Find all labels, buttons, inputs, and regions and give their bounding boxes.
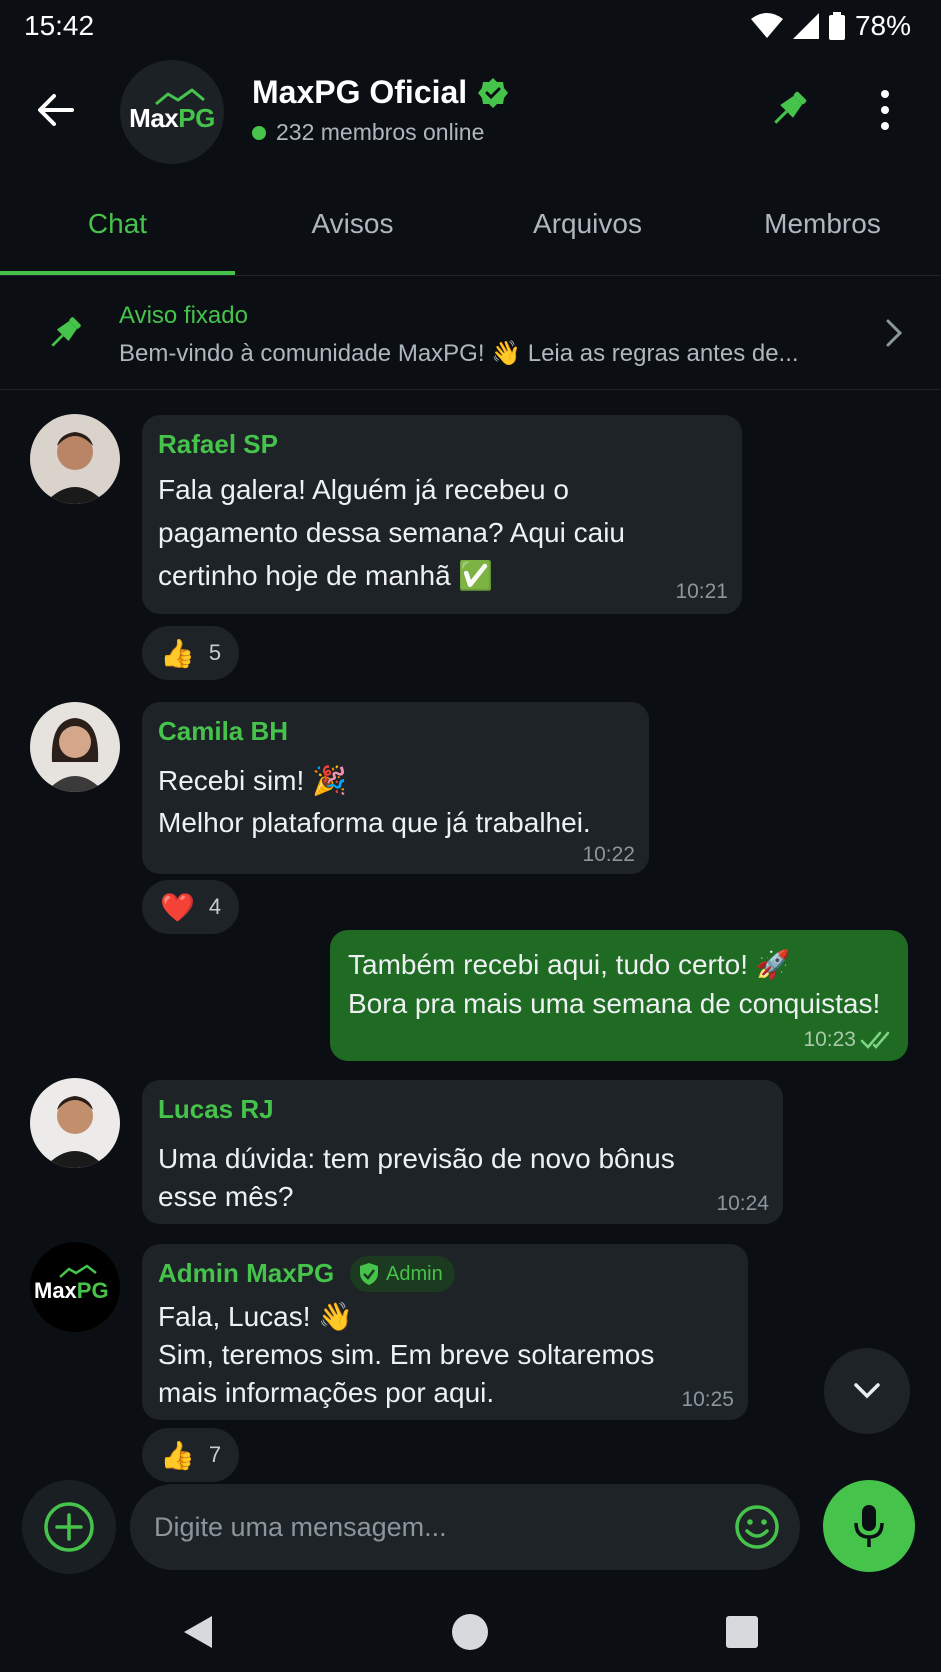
pinned-pin-icon <box>51 317 81 347</box>
chat-header: MaxPG MaxPG Oficial 232 membros online <box>0 56 941 168</box>
online-status: 232 membros online <box>252 119 509 146</box>
online-count: 232 membros online <box>276 119 485 145</box>
pinned-text: Bem-vindo à comunidade MaxPG! 👋 Leia as … <box>119 340 799 367</box>
system-nav-bar <box>0 1596 941 1672</box>
person-avatar-icon <box>30 414 120 504</box>
wifi-icon <box>750 13 783 38</box>
chevron-right-icon <box>886 319 903 347</box>
back-button[interactable] <box>34 88 78 132</box>
message-line: esse mês? <box>158 1181 294 1212</box>
admin-logo-text: MaxPG <box>34 1278 109 1304</box>
message-line: Uma dúvida: tem previsão de novo bônus <box>158 1143 675 1174</box>
message-line: Melhor plataforma que já trabalhei. <box>158 807 591 838</box>
message-sender: Rafael SP <box>158 429 278 459</box>
attach-button[interactable] <box>22 1480 116 1574</box>
reaction-count: 5 <box>208 640 222 665</box>
message-sender: Admin MaxPG <box>158 1258 335 1288</box>
person-avatar-icon <box>30 1078 120 1168</box>
message-input-box <box>130 1484 800 1570</box>
message-bubble[interactable]: Rafael SP Fala galera! Alguém já recebeu… <box>142 415 742 614</box>
avatar-rafael[interactable] <box>30 414 120 504</box>
online-dot <box>252 125 266 140</box>
pin-icon <box>774 91 807 124</box>
message-time: 10:22 <box>582 843 635 866</box>
plus-circle-icon <box>44 1502 94 1552</box>
verified-icon <box>478 77 509 108</box>
message-sender: Camila BH <box>158 716 289 746</box>
shield-check-icon <box>360 1263 378 1285</box>
reaction-count: 4 <box>208 894 222 919</box>
thumbs-up-icon: 👍 <box>160 1439 195 1471</box>
tab-chat[interactable]: Chat <box>0 176 235 275</box>
message-time: 10:23 <box>803 1028 856 1051</box>
tab-bar: Chat Avisos Arquivos Membros <box>0 176 941 276</box>
message-bubble[interactable]: Camila BH Recebi sim! 🎉 Melhor plataform… <box>142 702 649 874</box>
admin-badge: Admin <box>350 1256 455 1292</box>
double-check-icon <box>860 1031 890 1049</box>
emoji-icon[interactable] <box>734 1504 780 1550</box>
status-time: 15:42 <box>24 10 95 41</box>
nav-back-icon[interactable] <box>182 1614 214 1650</box>
message-line: Bora pra mais uma semana de conquistas! <box>348 988 881 1019</box>
reaction-chip[interactable]: 👍 5 <box>142 626 240 680</box>
avatar-admin[interactable]: MaxPG <box>30 1242 120 1332</box>
message-input[interactable] <box>154 1484 714 1570</box>
message-line: mais informações por aqui. <box>158 1377 495 1408</box>
message-line: Fala galera! Alguém já recebeu o <box>158 474 569 505</box>
nav-recents-icon[interactable] <box>726 1616 758 1648</box>
message-time: 10:21 <box>675 580 728 603</box>
signal-icon <box>792 13 819 39</box>
admin-badge-label: Admin <box>386 1262 443 1285</box>
mic-button[interactable] <box>823 1480 915 1572</box>
group-title: MaxPG Oficial <box>252 74 468 110</box>
more-options-button[interactable] <box>870 88 900 132</box>
message-line: Recebi sim! 🎉 <box>158 765 347 796</box>
battery-icon <box>828 12 845 40</box>
microphone-icon <box>854 1505 884 1547</box>
chevron-down-icon <box>854 1383 880 1399</box>
logo-max: Max <box>129 102 179 133</box>
more-vertical-icon <box>881 90 889 130</box>
reaction-count: 7 <box>208 1442 222 1467</box>
person-avatar-icon <box>30 702 120 792</box>
heart-icon: ❤️ <box>160 891 195 923</box>
message-line: Sim, teremos sim. Em breve soltaremos <box>158 1339 655 1370</box>
logo-text: MaxPG <box>129 103 215 134</box>
avatar-camila[interactable] <box>30 702 120 792</box>
status-bar: 15:42 78% <box>0 0 941 56</box>
reaction-chip[interactable]: 👍 7 <box>142 1428 240 1482</box>
message-bubble[interactable]: Lucas RJ Uma dúvida: tem previsão de nov… <box>142 1080 783 1224</box>
message-line: Também recebi aqui, tudo certo! 🚀 <box>348 949 791 980</box>
logo-pg: PG <box>76 1278 109 1303</box>
thumbs-up-icon: 👍 <box>160 637 195 669</box>
message-time: 10:24 <box>716 1192 769 1215</box>
group-info[interactable]: MaxPG Oficial 232 membros online <box>252 74 509 146</box>
group-title-row: MaxPG Oficial <box>252 74 509 111</box>
message-bubble[interactable]: Admin MaxPG Admin Fala, Lucas! 👋 Sim, te… <box>142 1244 748 1420</box>
pin-button[interactable] <box>764 86 812 134</box>
outgoing-message-bubble[interactable]: Também recebi aqui, tudo certo! 🚀 Bora p… <box>330 930 908 1061</box>
message-line: pagamento dessa semana? Aqui caiu <box>158 517 625 548</box>
tab-arquivos[interactable]: Arquivos <box>470 176 705 275</box>
pinned-notice[interactable]: Aviso fixado Bem-vindo à comunidade MaxP… <box>0 278 941 390</box>
logo-max: Max <box>34 1278 77 1303</box>
reaction-chip[interactable]: ❤️ 4 <box>142 880 240 934</box>
message-line: Fala, Lucas! 👋 <box>158 1301 354 1332</box>
status-icons: 78% <box>750 10 911 42</box>
tab-avisos[interactable]: Avisos <box>235 176 470 275</box>
message-sender: Lucas RJ <box>158 1094 274 1124</box>
logo-pg: PG <box>178 102 215 133</box>
nav-home-icon[interactable] <box>452 1614 488 1650</box>
scroll-to-bottom-button[interactable] <box>824 1348 910 1434</box>
pinned-title: Aviso fixado <box>119 302 248 329</box>
message-time: 10:25 <box>681 1388 734 1411</box>
tab-membros[interactable]: Membros <box>705 176 940 275</box>
group-logo[interactable]: MaxPG <box>120 60 224 164</box>
message-line: certinho hoje de manhã ✅ <box>158 560 494 591</box>
arrow-left-icon <box>38 94 74 126</box>
avatar-lucas[interactable] <box>30 1078 120 1168</box>
battery-percent: 78% <box>854 10 911 41</box>
